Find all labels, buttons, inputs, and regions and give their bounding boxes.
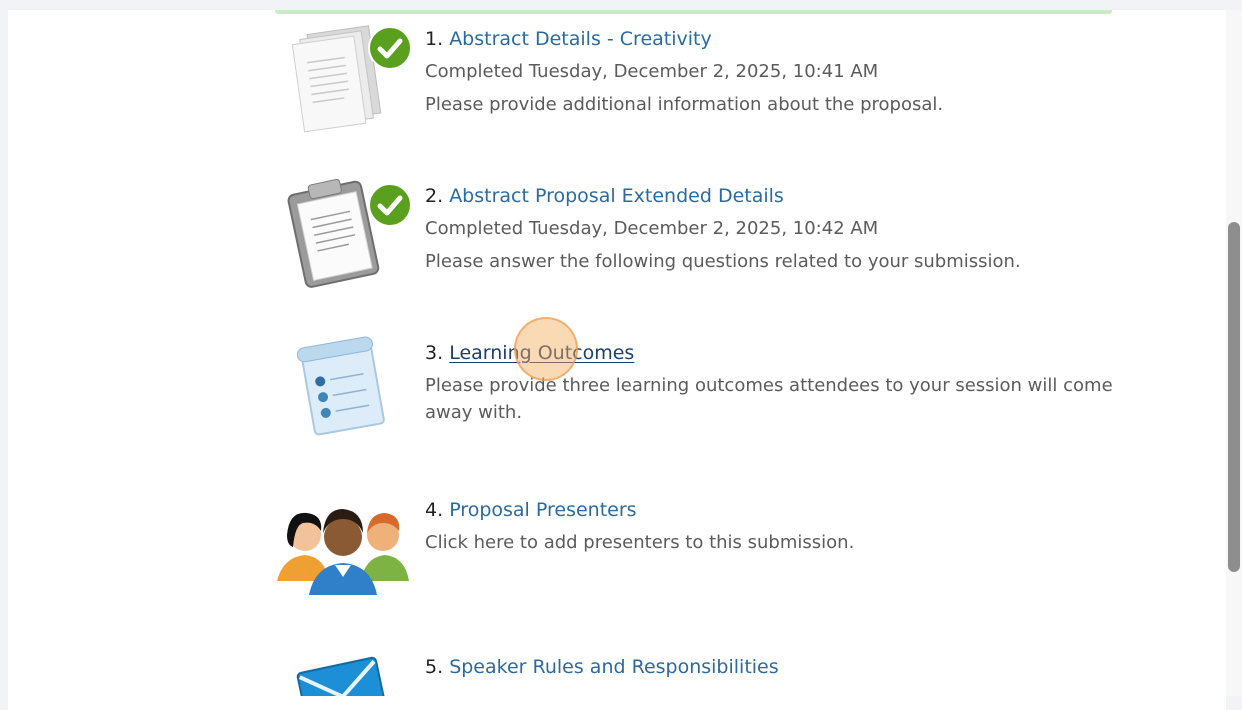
- task-title: 1. Abstract Details - Creativity: [425, 26, 1125, 52]
- task-status: Completed Tuesday, December 2, 2025, 10:…: [425, 218, 879, 239]
- task-link-proposal-presenters[interactable]: Proposal Presenters: [449, 499, 636, 521]
- task-link-extended-details[interactable]: Abstract Proposal Extended Details: [449, 185, 784, 207]
- task-description: Please answer the following questions re…: [425, 251, 1021, 272]
- task-number: 4.: [425, 499, 444, 521]
- task-title: 2. Abstract Proposal Extended Details: [425, 183, 1125, 209]
- click-indicator: [514, 317, 578, 381]
- top-success-strip: [275, 10, 1112, 14]
- task-number: 1.: [425, 28, 444, 50]
- clipboard-icon: [275, 177, 415, 297]
- people-group-icon: [275, 491, 415, 611]
- task-title: 4. Proposal Presenters: [425, 497, 1125, 523]
- task-link-abstract-details[interactable]: Abstract Details - Creativity: [449, 28, 712, 50]
- task-description: Click here to add presenters to this sub…: [425, 532, 855, 553]
- scroll-list-icon: [275, 334, 415, 454]
- task-number: 3.: [425, 342, 444, 364]
- completed-check-icon: [368, 183, 412, 227]
- task-description: Please provide additional information ab…: [425, 94, 944, 115]
- scrollbar-thumb[interactable]: [1228, 222, 1240, 572]
- task-description: Please provide three learning outcomes a…: [425, 375, 1113, 423]
- task-title: 5. Speaker Rules and Responsibilities: [425, 654, 1125, 680]
- task-number: 2.: [425, 185, 444, 207]
- envelope-icon: [275, 648, 415, 696]
- documents-icon: [275, 20, 415, 140]
- task-status: Completed Tuesday, December 2, 2025, 10:…: [425, 61, 879, 82]
- task-link-speaker-rules[interactable]: Speaker Rules and Responsibilities: [449, 656, 778, 678]
- task-number: 5.: [425, 656, 444, 678]
- completed-check-icon: [368, 26, 412, 70]
